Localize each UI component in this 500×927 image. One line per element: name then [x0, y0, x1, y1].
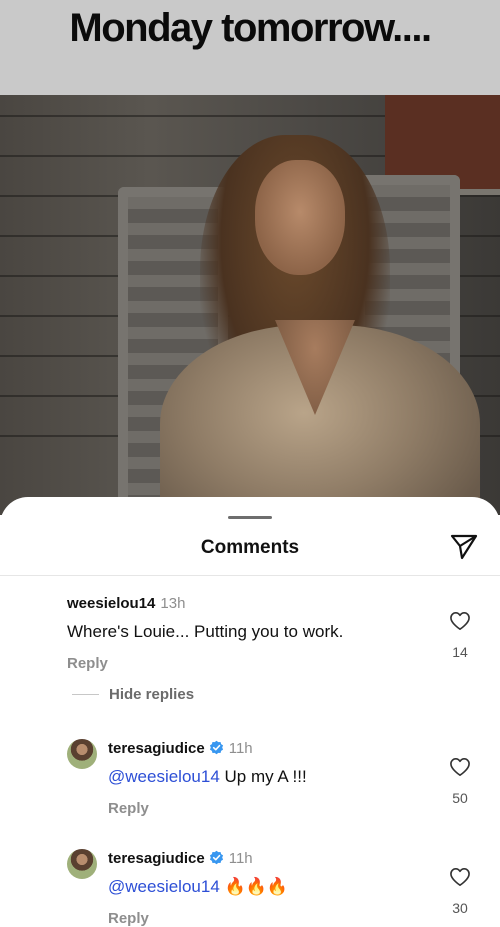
- reply-time: 11h: [228, 740, 253, 757]
- like-count: 50: [452, 790, 468, 806]
- video-caption-band: Monday tomorrow....: [0, 0, 500, 95]
- like-control[interactable]: 30: [447, 867, 473, 916]
- verified-badge-icon: [209, 740, 224, 755]
- like-count: 14: [452, 644, 468, 660]
- reply-button[interactable]: Reply: [67, 655, 343, 672]
- reply-button[interactable]: Reply: [108, 910, 288, 927]
- sheet-drag-handle[interactable]: [228, 516, 272, 519]
- reply-body: 🔥🔥🔥: [219, 877, 289, 896]
- comments-title: Comments: [200, 537, 300, 558]
- video-subject: [160, 135, 480, 515]
- avatar[interactable]: [67, 849, 97, 879]
- thread-line: [72, 694, 99, 695]
- reply-body: Up my A !!!: [219, 767, 307, 786]
- reply-text: @weesielou14 Up my A !!!: [108, 767, 307, 787]
- reply-text: @weesielou14 🔥🔥🔥: [108, 877, 288, 897]
- video-caption: Monday tomorrow....: [69, 6, 432, 50]
- reply-username[interactable]: teresagiudice: [108, 850, 205, 867]
- video-frame[interactable]: [0, 95, 500, 515]
- heart-icon[interactable]: [449, 867, 471, 887]
- comment-time: 13h: [160, 595, 186, 612]
- comment-username[interactable]: weesielou14: [67, 595, 155, 612]
- hide-replies-row[interactable]: Hide replies: [72, 686, 194, 703]
- comment-text: Where's Louie... Putting you to work.: [67, 622, 344, 641]
- heart-icon[interactable]: [449, 611, 471, 631]
- verified-badge-icon: [209, 850, 224, 865]
- avatar[interactable]: [67, 739, 97, 769]
- hide-replies-button[interactable]: Hide replies: [109, 686, 194, 703]
- like-control[interactable]: 50: [447, 757, 473, 806]
- reply-time: 11h: [228, 850, 253, 867]
- like-control[interactable]: 14: [447, 611, 473, 660]
- sheet-divider: [0, 575, 500, 576]
- reply-button[interactable]: Reply: [108, 800, 307, 817]
- comments-sheet: Comments weesielou14 13h Where's Louie...…: [0, 497, 500, 927]
- paper-plane-icon[interactable]: [449, 533, 479, 561]
- heart-icon[interactable]: [449, 757, 471, 777]
- mention-link[interactable]: @weesielou14: [108, 877, 220, 896]
- mention-link[interactable]: @weesielou14: [108, 767, 220, 786]
- reply-username[interactable]: teresagiudice: [108, 740, 205, 757]
- like-count: 30: [452, 900, 468, 916]
